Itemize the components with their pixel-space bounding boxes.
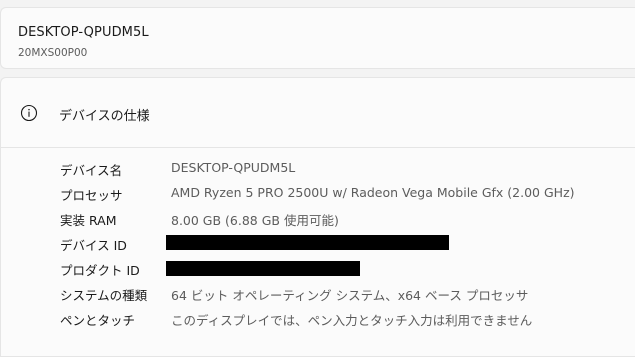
spec-value[interactable]: 64 ビット オペレーティング システム、x64 ベース プロセッサ (171, 285, 528, 304)
device-spec-title: デバイスの仕様 (59, 109, 150, 124)
device-model: 20MXS00P00 (18, 47, 88, 59)
redaction-bar (166, 261, 360, 276)
spec-label: デバイス ID (60, 238, 127, 253)
device-spec-card: デバイスの仕様 デバイス名 DESKTOP-QPUDM5L プロセッサ AMD … (0, 77, 635, 357)
spec-label: プロセッサ (60, 188, 123, 203)
spec-row-pen-touch: ペンとタッチ このディスプレイでは、ペン入力とタッチ入力は利用できません (1, 304, 635, 329)
spec-value[interactable]: 8.00 GB (6.88 GB 使用可能) (171, 210, 339, 229)
spec-row-device-name: デバイス名 DESKTOP-QPUDM5L (1, 154, 635, 179)
spec-label: システムの種類 (60, 288, 148, 303)
spec-row-processor: プロセッサ AMD Ryzen 5 PRO 2500U w/ Radeon Ve… (1, 179, 635, 204)
device-spec-header[interactable]: デバイスの仕様 (1, 78, 635, 148)
device-name-card: DESKTOP-QPUDM5L 20MXS00P00 (0, 7, 635, 69)
spec-row-system-type: システムの種類 64 ビット オペレーティング システム、x64 ベース プロセ… (1, 279, 635, 304)
spec-label: ペンとタッチ (60, 313, 136, 328)
spec-value[interactable]: このディスプレイでは、ペン入力とタッチ入力は利用できません (171, 310, 532, 329)
spec-label: デバイス名 (60, 163, 123, 178)
device-name: DESKTOP-QPUDM5L (18, 25, 149, 40)
info-icon (20, 104, 38, 122)
spec-value[interactable]: AMD Ryzen 5 PRO 2500U w/ Radeon Vega Mob… (171, 185, 575, 200)
spec-value[interactable]: DESKTOP-QPUDM5L (171, 160, 295, 175)
spec-row-ram: 実装 RAM 8.00 GB (6.88 GB 使用可能) (1, 204, 635, 229)
spec-row-device-id: デバイス ID (1, 229, 635, 254)
redaction-bar (166, 235, 449, 250)
spec-label: プロダクト ID (60, 263, 140, 278)
spec-row-product-id: プロダクト ID (1, 254, 635, 279)
spec-label: 実装 RAM (60, 213, 117, 228)
